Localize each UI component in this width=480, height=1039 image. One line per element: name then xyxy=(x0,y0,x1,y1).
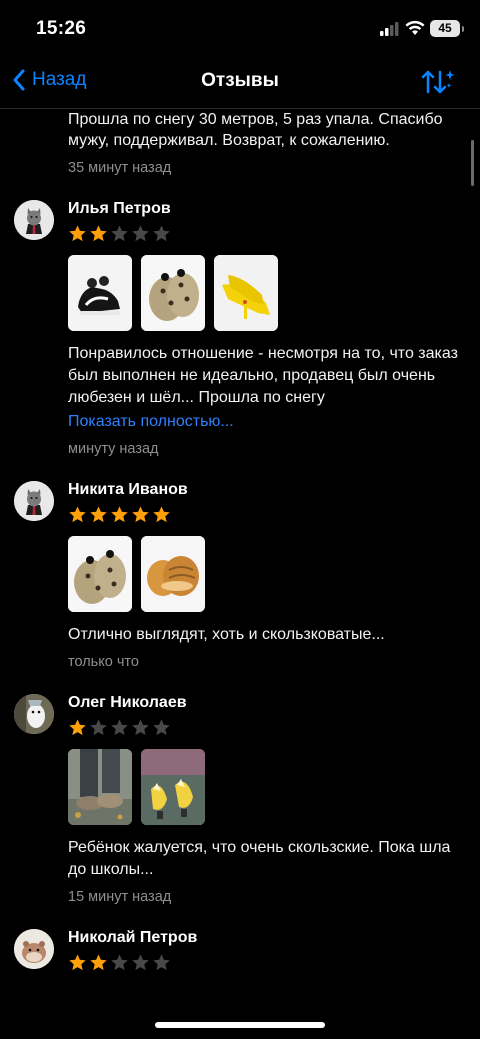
rating-stars xyxy=(68,224,462,243)
reviewer-name: Никита Иванов xyxy=(68,481,188,498)
yellow-heels-photo-icon xyxy=(214,255,278,331)
status-bar: 15:26 45 xyxy=(0,0,480,56)
leopard-plush-slippers-photo-icon xyxy=(141,255,205,331)
rating-stars xyxy=(68,505,462,524)
review-photo[interactable] xyxy=(68,255,132,331)
dog-photo-avatar-icon xyxy=(14,694,54,734)
cat-in-suit-avatar-icon xyxy=(14,481,54,521)
review-text: Отлично выглядят, хоть и скользковатые..… xyxy=(68,626,385,643)
review-text: Понравилось отношение - несмотря на то, … xyxy=(68,345,458,406)
leopard-plush-slippers-photo-icon xyxy=(68,536,132,612)
review-item: Никита Иванов Отлично выглядят, хоть и с… xyxy=(0,479,480,672)
banana-slippers-photo-icon xyxy=(141,749,205,825)
show-more-link[interactable]: Показать полностью... xyxy=(68,411,462,433)
reviewer-name: Илья Петров xyxy=(68,200,171,217)
review-photos xyxy=(68,749,462,825)
star-empty-icon xyxy=(132,954,149,971)
avatar[interactable] xyxy=(14,481,54,521)
star-filled-icon xyxy=(132,506,149,523)
review-photo[interactable] xyxy=(68,749,132,825)
sort-sparkles-icon xyxy=(421,70,455,94)
review-item: Николай Петров xyxy=(0,927,480,972)
review-photo[interactable] xyxy=(68,536,132,612)
page-title: Отзывы xyxy=(201,70,279,91)
rating-stars xyxy=(68,953,462,972)
wifi-icon xyxy=(405,20,425,41)
review-photos xyxy=(68,255,462,331)
sort-sparkle-button[interactable] xyxy=(420,68,456,101)
review-date: минуту назад xyxy=(68,441,159,457)
navigation-bar: Назад Отзывы xyxy=(0,56,480,109)
reviews-list[interactable]: Прошла по снегу 30 метров, 5 раз упала. … xyxy=(0,109,480,1009)
avatar[interactable] xyxy=(14,200,54,240)
star-filled-icon xyxy=(69,506,86,523)
review-date: 15 минут назад xyxy=(68,889,172,905)
review-text: Прошла по снегу 30 метров, 5 раз упала. … xyxy=(68,111,443,149)
star-empty-icon xyxy=(153,225,170,242)
reviewer-name: Олег Николаев xyxy=(68,694,187,711)
star-filled-icon xyxy=(153,506,170,523)
star-empty-icon xyxy=(153,954,170,971)
avatar[interactable] xyxy=(14,929,54,969)
street-feet-photo-icon xyxy=(68,749,132,825)
bread-loaf-slippers-photo-icon xyxy=(141,536,205,612)
star-filled-icon xyxy=(90,506,107,523)
star-filled-icon xyxy=(90,954,107,971)
star-filled-icon xyxy=(69,954,86,971)
review-date: только что xyxy=(68,654,139,670)
battery-icon: 45 xyxy=(430,20,464,37)
star-filled-icon xyxy=(69,225,86,242)
review-item: Олег Николаев Ребёнок жалуется, что очен… xyxy=(0,692,480,907)
hamster-photo-avatar-icon xyxy=(14,929,54,969)
cellular-signal-icon xyxy=(380,22,400,41)
star-empty-icon xyxy=(132,225,149,242)
rating-stars xyxy=(68,718,462,737)
home-indicator[interactable] xyxy=(155,1022,325,1028)
star-filled-icon xyxy=(69,719,86,736)
star-filled-icon xyxy=(111,506,128,523)
review-photo[interactable] xyxy=(141,536,205,612)
cat-in-suit-avatar-icon xyxy=(14,200,54,240)
review-item: Илья Петров Понравилось отношение - несм… xyxy=(0,198,480,459)
review-text: Ребёнок жалуется, что очень скользские. … xyxy=(68,839,451,878)
star-empty-icon xyxy=(153,719,170,736)
star-empty-icon xyxy=(90,719,107,736)
review-photo[interactable] xyxy=(141,255,205,331)
star-empty-icon xyxy=(132,719,149,736)
star-filled-icon xyxy=(90,225,107,242)
review-date: 35 минут назад xyxy=(68,160,172,176)
reviewer-name: Николай Петров xyxy=(68,929,198,946)
review-photo[interactable] xyxy=(141,749,205,825)
review-item: Прошла по снегу 30 метров, 5 раз упала. … xyxy=(0,109,480,178)
status-time: 15:26 xyxy=(36,18,87,39)
star-empty-icon xyxy=(111,719,128,736)
star-empty-icon xyxy=(111,954,128,971)
black-white-sneakers-photo-icon xyxy=(68,255,132,331)
review-photo[interactable] xyxy=(214,255,278,331)
avatar[interactable] xyxy=(14,694,54,734)
star-empty-icon xyxy=(111,225,128,242)
review-photos xyxy=(68,536,462,612)
